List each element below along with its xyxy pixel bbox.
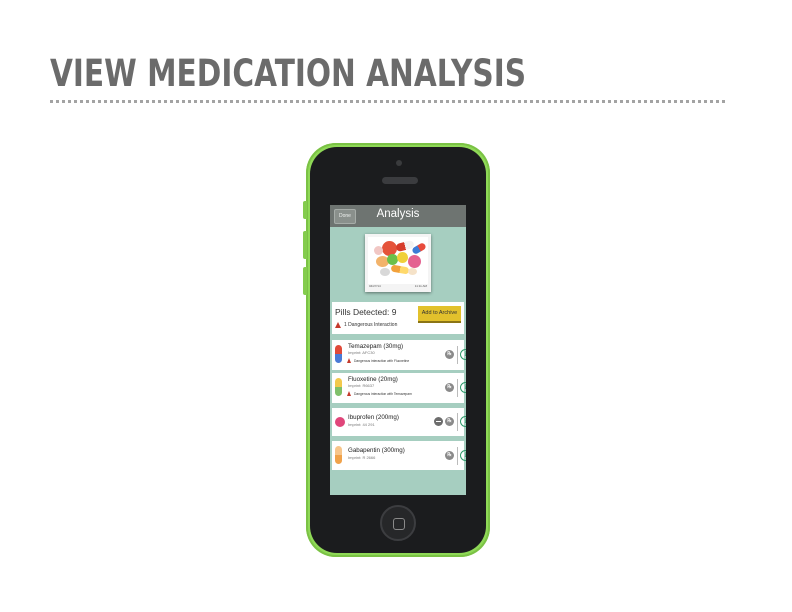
row-divider <box>457 346 458 364</box>
pill-magenta <box>408 255 421 268</box>
capsule-orange <box>390 264 410 275</box>
info-icon[interactable]: i <box>460 450 466 461</box>
pill-cream <box>408 268 417 275</box>
med-imprint: Imprint: R 2666 <box>348 455 376 460</box>
home-square-icon <box>393 518 405 530</box>
info-icon[interactable]: i <box>460 349 466 360</box>
slide-title: VIEW MEDICATION ANALYSIS <box>50 52 527 95</box>
info-icon[interactable]: i <box>460 382 466 393</box>
capsule-red-blue-icon <box>335 345 342 363</box>
row-divider <box>457 379 458 397</box>
screen-title: Analysis <box>376 208 420 220</box>
phone-face: Done Analysis 04/27/14 11:11 AM Pills De… <box>310 147 486 553</box>
front-camera <box>396 160 402 166</box>
med-warning-text: Dangerous interaction with Temazepam <box>354 391 412 396</box>
app-screen: Done Analysis 04/27/14 11:11 AM Pills De… <box>330 205 466 495</box>
rx-icon[interactable]: ℞ <box>445 350 454 359</box>
row-divider <box>457 447 458 465</box>
phone-mockup: Done Analysis 04/27/14 11:11 AM Pills De… <box>303 143 490 557</box>
interaction-warning: 1 Dangerous Interaction <box>335 322 397 328</box>
title-divider <box>50 100 725 103</box>
med-row-fluoxetine[interactable]: Fluoxetine (20mg) Imprint: R6637 Dangero… <box>332 373 466 403</box>
med-interaction-warning: Dangerous interaction with Fluoxetine <box>347 358 409 363</box>
pill-white <box>380 268 390 276</box>
warning-icon <box>347 391 351 396</box>
home-button[interactable] <box>380 505 416 541</box>
med-interaction-warning: Dangerous interaction with Temazepam <box>347 391 412 396</box>
med-imprint: Imprint: AFC30 <box>348 350 375 355</box>
med-name: Temazepam (30mg) <box>348 343 404 350</box>
row-divider <box>457 413 458 431</box>
warning-icon <box>347 358 351 363</box>
rx-icon[interactable]: ℞ <box>445 383 454 392</box>
med-warning-text: Dangerous interaction with Fluoxetine <box>354 358 410 363</box>
med-row-ibuprofen[interactable]: Ibuprofen (200mg) Imprint: 44 291 ℞ i <box>332 408 466 436</box>
photo-date: 04/27/14 <box>369 284 381 288</box>
pills-detected-count: Pills Detected: 9 <box>335 307 397 317</box>
detection-summary-card: Pills Detected: 9 1 Dangerous Interactio… <box>332 302 464 334</box>
med-row-gabapentin[interactable]: Gabapentin (300mg) Imprint: R 2666 ℞ i <box>332 441 466 470</box>
do-not-take-icon[interactable] <box>434 417 443 426</box>
info-icon[interactable]: i <box>460 416 466 427</box>
pill-photo[interactable]: 04/27/14 11:11 AM <box>365 234 431 292</box>
med-imprint: Imprint: R6637 <box>348 383 375 388</box>
rx-icon[interactable]: ℞ <box>445 451 454 460</box>
pill-pink-light <box>374 246 383 255</box>
med-imprint: Imprint: 44 291 <box>348 422 375 427</box>
rx-icon[interactable]: ℞ <box>445 417 454 426</box>
med-name: Ibuprofen (200mg) <box>348 414 399 421</box>
interaction-warning-text: 1 Dangerous Interaction <box>344 322 398 328</box>
add-to-archive-button[interactable]: Add to Archive <box>418 306 461 321</box>
photo-time: 11:11 AM <box>414 284 427 288</box>
volume-down-button <box>303 267 307 295</box>
capsule-orange-icon <box>335 446 342 464</box>
earpiece-speaker <box>382 177 418 184</box>
med-row-temazepam[interactable]: Temazepam (30mg) Imprint: AFC30 Dangerou… <box>332 340 466 370</box>
mute-switch <box>303 201 307 219</box>
warning-icon <box>335 322 341 328</box>
nav-bar: Done Analysis <box>330 205 466 227</box>
pill-yellow <box>397 252 408 263</box>
med-name: Fluoxetine (20mg) <box>348 376 398 383</box>
volume-up-button <box>303 231 307 259</box>
pill-photo-image <box>368 237 428 284</box>
tablet-pink-icon <box>335 417 345 427</box>
med-name: Gabapentin (300mg) <box>348 447 405 454</box>
capsule-yellow-green-icon <box>335 378 342 396</box>
